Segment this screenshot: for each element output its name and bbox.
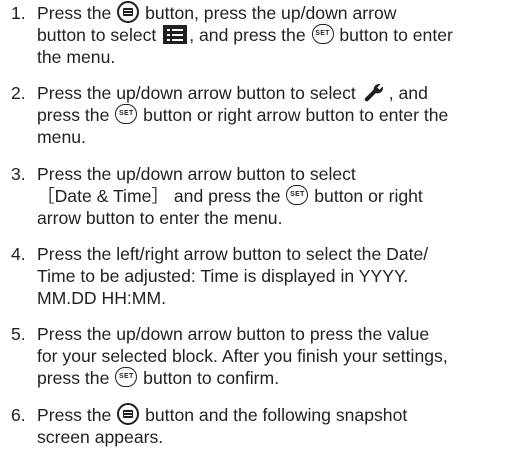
step-line: press the SET button to confirm. — [37, 367, 520, 389]
text-segment: , and — [388, 83, 428, 103]
step-number: 5. — [11, 324, 26, 344]
step-text: Press the button, press the up/down arro… — [37, 1, 520, 68]
text-segment: Press the up/down arrow button to select — [37, 164, 356, 184]
text-segment: button to enter — [334, 25, 453, 45]
text-segment: button or right — [309, 186, 423, 206]
text-segment: button and the following snapshot — [140, 405, 408, 425]
step-text: Press the button and the following snaps… — [37, 403, 520, 448]
text-segment: button to confirm. — [138, 368, 280, 388]
step-text: Press the up/down arrow button to press … — [37, 323, 520, 389]
step-line: Press the up/down arrow button to press … — [37, 323, 520, 345]
step-number: 2. — [11, 83, 26, 103]
step-text: Press the up/down arrow button to select… — [37, 163, 520, 229]
text-segment: ［Date & Time］ and press the — [37, 186, 286, 206]
text-segment: Press the — [37, 3, 117, 23]
set-button-icon: SET — [286, 185, 309, 206]
step-line: Press the up/down arrow button to select… — [37, 82, 520, 104]
text-segment: press the — [37, 105, 115, 125]
text-segment: , and press the — [189, 25, 311, 45]
step-line: screen appears. — [37, 426, 520, 448]
step-number: 4. — [11, 244, 26, 264]
menu-button-icon — [117, 1, 140, 24]
text-segment: button, press the up/down arrow — [140, 3, 397, 23]
step-line: Press the button and the following snaps… — [37, 403, 520, 426]
set-button-icon: SET — [311, 24, 334, 45]
step-text: Press the up/down arrow button to select… — [37, 82, 520, 148]
text-segment: button or right arrow button to enter th… — [138, 105, 449, 125]
step-line: Press the up/down arrow button to select — [37, 163, 520, 185]
step-line: press the SET button or right arrow butt… — [37, 104, 520, 126]
step-line: ［Date & Time］ and press the SET button o… — [37, 185, 520, 207]
step-line: arrow button to enter the menu. — [37, 207, 520, 229]
text-segment: Press the left/right arrow button to sel… — [37, 244, 429, 264]
text-segment: Press the — [37, 405, 117, 425]
wrench-icon — [364, 84, 383, 102]
text-segment: Press the up/down arrow button to select — [37, 83, 361, 103]
text-segment: screen appears. — [37, 427, 164, 447]
text-segment: arrow button to enter the menu. — [37, 208, 283, 228]
text-segment: press the — [37, 368, 115, 388]
setup-menu-icon — [163, 24, 188, 44]
step-number: 1. — [11, 3, 26, 23]
text-segment: button to select — [37, 25, 162, 45]
step-line: Time to be adjusted: Time is displayed i… — [37, 265, 520, 287]
text-segment: the menu. — [37, 47, 116, 67]
step-line: Press the left/right arrow button to sel… — [37, 243, 520, 265]
text-segment: menu. — [37, 127, 86, 147]
menu-button-icon — [117, 403, 140, 426]
set-button-icon: SET — [115, 367, 138, 388]
step-line: menu. — [37, 126, 520, 148]
text-segment: for your selected block. After you finis… — [37, 346, 448, 366]
step-line: MM.DD HH:MM. — [37, 287, 520, 309]
step-line: the menu. — [37, 46, 520, 68]
text-segment: MM.DD HH:MM. — [37, 288, 166, 308]
step-line: button to select , and press the SET but… — [37, 24, 520, 46]
set-button-icon: SET — [115, 104, 138, 125]
step-number: 3. — [11, 164, 26, 184]
step-number: 6. — [11, 405, 26, 425]
step-line: Press the button, press the up/down arro… — [37, 1, 520, 24]
step-line: for your selected block. After you finis… — [37, 345, 520, 367]
step-text: Press the left/right arrow button to sel… — [37, 243, 520, 309]
text-segment: Time to be adjusted: Time is displayed i… — [37, 266, 409, 286]
text-segment: Press the up/down arrow button to press … — [37, 324, 430, 344]
